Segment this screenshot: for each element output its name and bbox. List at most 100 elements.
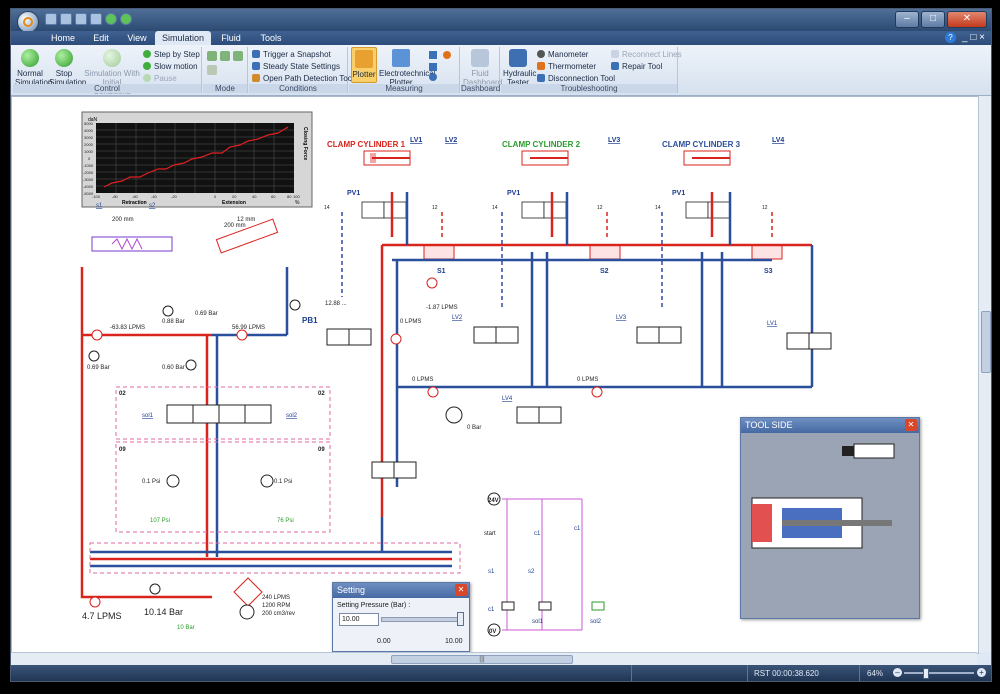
title-bar: – □ ✕ — [11, 9, 991, 33]
pv1-valves[interactable] — [361, 201, 731, 219]
plot-ytick: 4000 — [84, 128, 94, 133]
flow-label: 0 LPMS — [577, 377, 598, 383]
application-menu-button[interactable] — [17, 11, 39, 33]
solenoid-valve[interactable] — [166, 404, 272, 424]
diagram-canvas[interactable]: daN 5000 4000 3000 2000 1000 0 -1000 -20… — [11, 96, 979, 654]
measure-icon-3[interactable] — [429, 63, 437, 71]
plot-xtick: -60 — [132, 194, 139, 199]
clamp-cylinder-1[interactable] — [363, 150, 411, 166]
tab-tools[interactable]: Tools — [251, 31, 291, 45]
step-by-step-button[interactable]: Step by Step — [143, 49, 200, 60]
tab-edit[interactable]: Edit — [83, 31, 119, 45]
save-icon[interactable] — [60, 13, 72, 25]
clamp-cylinder-2[interactable] — [521, 150, 569, 166]
horizontal-scroll-thumb[interactable]: ||| — [391, 655, 573, 664]
lv2-label: LV2 — [445, 137, 457, 144]
stop-simulation-button[interactable]: Stop Simulation — [49, 49, 86, 87]
open-path-button[interactable]: Open Path Detection Tool — [252, 73, 354, 84]
plot-ytick: -2000 — [83, 170, 94, 175]
repair-tool-button[interactable]: Repair Tool — [611, 61, 662, 72]
vertical-scrollbar[interactable] — [978, 96, 991, 652]
tab-view[interactable]: View — [119, 31, 155, 45]
manometer-button[interactable]: Manometer — [537, 49, 588, 60]
disconnection-tool-button[interactable]: Disconnection Tool — [537, 73, 615, 84]
sensor-s2-label: S2 — [600, 268, 609, 275]
close-button[interactable]: ✕ — [947, 11, 987, 28]
measure-icon-1[interactable] — [429, 51, 437, 59]
setting-close-button[interactable]: ✕ — [455, 584, 467, 596]
thermometer-button[interactable]: Thermometer — [537, 61, 596, 72]
maximize-button[interactable]: □ — [921, 11, 945, 28]
fluid-dashboard-button[interactable]: Fluid Dashboard — [463, 49, 502, 87]
c1-label: c1 — [574, 526, 581, 532]
flow-label: 12.88 ... — [325, 301, 347, 307]
pump[interactable] — [239, 604, 255, 620]
sensor-s3-label: S3 — [764, 268, 773, 275]
setting-value-input[interactable]: 10.00 — [339, 613, 379, 626]
force-plot[interactable]: daN 5000 4000 3000 2000 1000 0 -1000 -20… — [81, 111, 313, 208]
tool-cylinder-small — [853, 443, 895, 459]
mode-icon-3[interactable] — [233, 51, 243, 61]
mode-icon-2[interactable] — [220, 51, 230, 61]
ribbon-minimize-icon[interactable]: _ □ × — [962, 32, 985, 43]
hydraulic-tester-button[interactable]: Hydraulic Tester — [503, 49, 536, 87]
refresh-icon[interactable] — [120, 13, 132, 25]
help-icon[interactable]: ? — [945, 32, 956, 43]
zoom-in-button[interactable]: + — [977, 668, 986, 677]
reconnect-lines-button[interactable]: Reconnect Lines — [611, 49, 682, 60]
trigger-snapshot-button[interactable]: Trigger a Snapshot — [252, 49, 331, 60]
redo-icon[interactable] — [90, 13, 102, 25]
left-spring-cylinder[interactable] — [91, 236, 173, 252]
plotter-button[interactable]: Plotter — [351, 47, 377, 83]
setting-slider-track[interactable] — [381, 617, 463, 622]
steady-state-button[interactable]: Steady State Settings — [252, 61, 340, 72]
filter[interactable] — [233, 577, 263, 607]
measure-icon-2[interactable] — [443, 51, 451, 59]
tool-side-window[interactable]: TOOL SIDE ✕ — [740, 417, 920, 619]
length-label: 200 mm — [224, 223, 246, 229]
pv1-label: PV1 — [507, 190, 520, 197]
mode-icon-4[interactable] — [207, 65, 217, 75]
pressure-gauges[interactable] — [88, 299, 463, 595]
tab-home[interactable]: Home — [43, 31, 83, 45]
pb1-valve[interactable] — [326, 328, 372, 346]
slow-motion-button[interactable]: Slow motion — [143, 61, 198, 72]
plot-xtick: -20 — [171, 194, 178, 199]
tab-fluid[interactable]: Fluid — [211, 31, 251, 45]
folder-icon[interactable] — [45, 13, 57, 25]
zoom-level: 64% — [867, 669, 884, 678]
manometer-icon — [537, 50, 545, 58]
tool-side-close-button[interactable]: ✕ — [905, 419, 917, 431]
lv3-small-label: LV3 — [616, 315, 627, 321]
sensors[interactable] — [423, 244, 783, 260]
zoom-out-button[interactable]: – — [893, 668, 902, 677]
normal-simulation-button[interactable]: Normal Simulation — [15, 49, 52, 87]
setting-slider-knob[interactable] — [457, 612, 464, 626]
electro-plotter-icon — [392, 49, 410, 67]
clamp-cylinder-3[interactable] — [683, 150, 731, 166]
setting-max-label: 10.00 — [445, 638, 463, 645]
horizontal-scrollbar[interactable]: ||| — [11, 652, 977, 665]
pause-button[interactable]: Pause — [143, 73, 177, 84]
pv1-labels: PV1 PV1 PV1 — [347, 190, 685, 197]
undo-icon[interactable] — [75, 13, 87, 25]
plot-ytick: 1000 — [84, 149, 94, 154]
length-labels: 200 mm 12 mm 200 mm — [112, 217, 255, 229]
small-s1-label: s1 — [96, 203, 103, 209]
electrotechnical-plotter-button[interactable]: Electrotechnical Plotter — [379, 49, 435, 87]
stop-icon — [55, 49, 73, 67]
tab-simulation[interactable]: Simulation — [155, 31, 211, 45]
mode-icon-1[interactable] — [207, 51, 217, 61]
measure-icon-4[interactable] — [429, 73, 437, 81]
electrical-diagram[interactable]: 24V 0V start c1 c1 s1 s2 c1 sol1 sol2 — [484, 492, 605, 637]
setting-dialog[interactable]: Setting ✕ Setting Pressure (Bar) : 10.00… — [332, 582, 470, 652]
vertical-scroll-thumb[interactable] — [981, 311, 991, 373]
start-label: start — [484, 531, 496, 537]
zoom-slider-knob[interactable] — [923, 668, 929, 679]
zoom-slider-track[interactable] — [904, 672, 974, 674]
pv1-label: PV1 — [347, 190, 360, 197]
minimize-button[interactable]: – — [895, 11, 919, 28]
play-icon[interactable] — [105, 13, 117, 25]
group-control: Normal Simulation Stop Simulation Simula… — [13, 47, 202, 96]
pressure-label: 0.69 Bar — [87, 365, 110, 371]
